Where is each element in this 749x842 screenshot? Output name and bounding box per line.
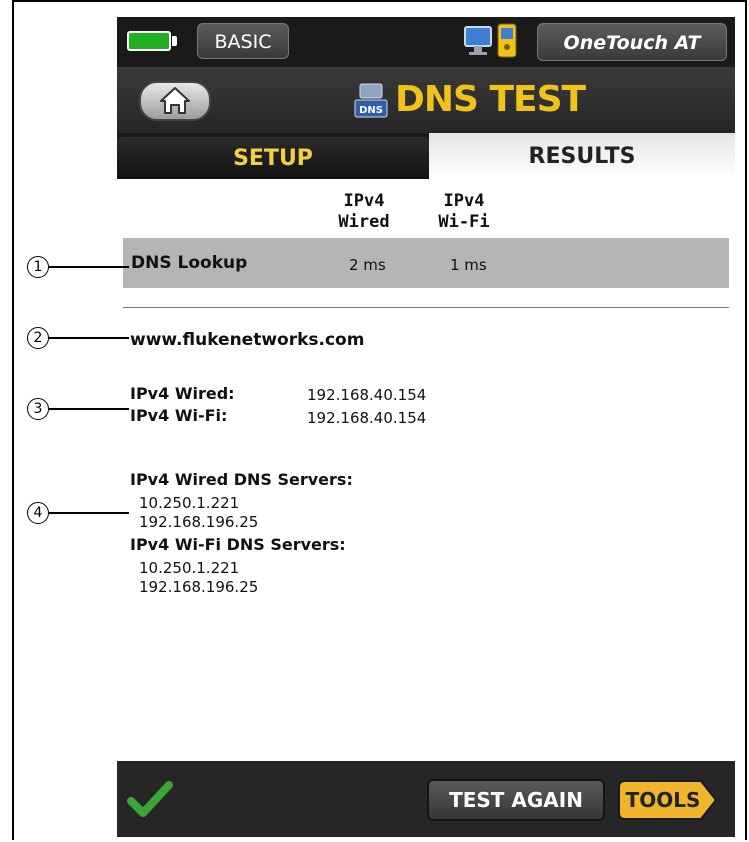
- wifi-dns-server-2: 192.168.196.25: [139, 578, 259, 596]
- tab-bar: SETUP RESULTS: [117, 133, 735, 179]
- network-connection-icon[interactable]: [462, 23, 522, 59]
- battery-icon: [127, 31, 171, 51]
- ipv4-wired-address-value: 192.168.40.154: [307, 386, 427, 404]
- ipv4-wired-address-label: IPv4 Wired:: [130, 384, 235, 403]
- dns-lookup-label: DNS Lookup: [131, 253, 248, 273]
- bottom-toolbar: TEST AGAIN TOOLS: [117, 761, 735, 837]
- callout-4: 4: [27, 502, 49, 524]
- hostname: www.flukenetworks.com: [130, 330, 365, 350]
- callout-4-leader: [49, 512, 129, 514]
- divider: [123, 307, 729, 308]
- tools-button-label: TOOLS: [625, 788, 701, 812]
- ipv4-wifi-address-value: 192.168.40.154: [307, 409, 427, 427]
- callout-3: 3: [27, 398, 49, 420]
- basic-mode-button[interactable]: BASIC: [197, 23, 289, 59]
- home-icon: [160, 87, 190, 114]
- callout-1-leader: [49, 266, 129, 268]
- ipv4-wifi-address-label: IPv4 Wi-Fi:: [130, 406, 228, 425]
- wired-dns-servers-label: IPv4 Wired DNS Servers:: [130, 470, 353, 489]
- tab-results[interactable]: RESULTS: [429, 133, 735, 179]
- device-screen: BASIC OneTouch AT DNS DNS TEST SETUP RES…: [117, 17, 735, 837]
- checkmark-icon: [127, 781, 173, 817]
- dns-lookup-wired-time: 2 ms: [349, 256, 386, 274]
- dns-icon-text: DNS: [359, 105, 383, 116]
- callout-2: 2: [27, 327, 49, 349]
- callout-1: 1: [27, 256, 49, 278]
- battery-tip: [172, 36, 177, 46]
- wired-dns-server-2: 192.168.196.25: [139, 513, 259, 531]
- wired-dns-server-1: 10.250.1.221: [139, 494, 240, 512]
- dns-lookup-wifi-time: 1 ms: [450, 256, 487, 274]
- home-button[interactable]: [139, 81, 211, 121]
- column-header-ipv4-wifi: IPv4 Wi-Fi: [438, 191, 490, 232]
- column-header-ipv4-wired: IPv4 Wired: [338, 191, 390, 232]
- dns-server-icon: DNS: [354, 83, 388, 118]
- tab-setup[interactable]: SETUP: [117, 137, 429, 179]
- tools-button[interactable]: TOOLS: [617, 779, 719, 821]
- app-header: DNS DNS TEST: [117, 67, 735, 133]
- results-panel: IPv4 Wired IPv4 Wi-Fi DNS Lookup 2 ms 1 …: [117, 179, 735, 761]
- dns-lookup-row[interactable]: DNS Lookup 2 ms 1 ms: [123, 238, 729, 288]
- callout-3-leader: [49, 408, 129, 410]
- page-title: DNS TEST: [395, 79, 586, 120]
- callout-2-leader: [49, 337, 129, 339]
- test-again-button[interactable]: TEST AGAIN: [427, 779, 605, 821]
- wifi-dns-server-1: 10.250.1.221: [139, 559, 240, 577]
- wifi-dns-servers-label: IPv4 Wi-Fi DNS Servers:: [130, 535, 346, 554]
- device-name-button[interactable]: OneTouch AT: [537, 23, 727, 61]
